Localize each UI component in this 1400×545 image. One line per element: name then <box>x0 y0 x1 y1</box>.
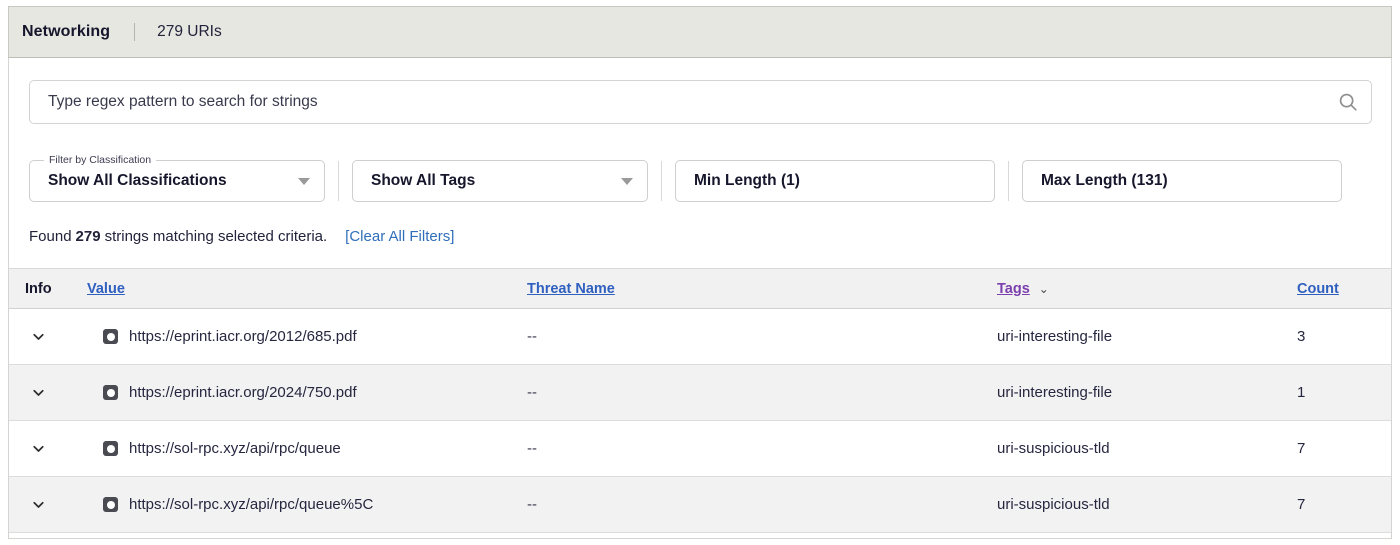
column-header-value-label[interactable]: Value <box>87 281 125 297</box>
table-row[interactable]: https://sol-rpc.xyz/api/rpc/queue%5C -- … <box>9 477 1391 533</box>
row-threat-cell: -- <box>527 496 997 513</box>
row-tags-cell: uri-interesting-file <box>997 384 1297 401</box>
filter-divider-2 <box>661 161 662 201</box>
max-length-value: Max Length (131) <box>1041 172 1168 189</box>
max-length-field[interactable]: Max Length (131) <box>1022 160 1342 202</box>
row-tags-text: uri-interesting-file <box>997 384 1113 401</box>
row-tags-cell: uri-interesting-file <box>997 328 1297 345</box>
chevron-down-icon[interactable] <box>25 492 51 518</box>
row-count-cell: 7 <box>1297 496 1391 513</box>
row-info-cell <box>9 324 87 350</box>
search-bar[interactable] <box>29 80 1372 124</box>
summary-suffix: strings matching selected criteria. <box>104 228 328 245</box>
row-tags-text: uri-suspicious-tld <box>997 496 1110 513</box>
chevron-down-icon[interactable] <box>298 177 310 185</box>
row-count-cell: 1 <box>1297 384 1391 401</box>
strings-panel: Networking 279 URIs Filter by Classifica… <box>0 0 1400 545</box>
summary-count: 279 <box>75 228 101 245</box>
row-tags-cell: uri-suspicious-tld <box>997 440 1297 457</box>
row-count-cell: 7 <box>1297 440 1391 457</box>
row-value-cell: https://eprint.iacr.org/2024/750.pdf <box>87 384 527 401</box>
column-header-tags[interactable]: Tags ⌄ <box>997 281 1297 297</box>
row-value-text: https://sol-rpc.xyz/api/rpc/queue%5C <box>129 496 374 513</box>
column-header-threat-name-label[interactable]: Threat Name <box>527 281 615 297</box>
table-row[interactable]: https://eprint.iacr.org/2012/685.pdf -- … <box>9 309 1391 365</box>
search-input[interactable] <box>30 81 1325 123</box>
row-info-cell <box>9 380 87 406</box>
column-header-info: Info <box>9 281 87 297</box>
strings-table: Info Value Threat Name Tags ⌄ Count http… <box>9 268 1391 533</box>
classification-dot-icon <box>103 385 118 400</box>
row-threat-cell: -- <box>527 384 997 401</box>
panel-header: Networking 279 URIs <box>8 6 1392 58</box>
filter-divider-1 <box>338 161 339 201</box>
panel-body: Filter by Classification Show All Classi… <box>8 58 1392 539</box>
column-header-count-label[interactable]: Count <box>1297 281 1339 297</box>
row-tags-text: uri-interesting-file <box>997 328 1113 345</box>
classification-filter-value: Show All Classifications <box>48 172 227 189</box>
chevron-down-icon[interactable] <box>25 436 51 462</box>
classification-filter-select[interactable]: Filter by Classification Show All Classi… <box>29 154 325 202</box>
column-header-info-label: Info <box>25 280 52 297</box>
classification-dot-icon <box>103 441 118 456</box>
header-divider <box>134 23 136 41</box>
row-count-text: 3 <box>1297 328 1306 345</box>
row-threat-text: -- <box>527 496 537 513</box>
clear-all-filters-link[interactable]: [Clear All Filters] <box>345 228 454 245</box>
row-threat-cell: -- <box>527 440 997 457</box>
filter-row: Filter by Classification Show All Classi… <box>29 154 1372 204</box>
column-header-tags-label[interactable]: Tags <box>997 281 1030 297</box>
page-title: Networking <box>22 23 111 40</box>
sort-chevron-down-icon[interactable]: ⌄ <box>1039 283 1049 295</box>
results-summary: Found 279 strings matching selected crit… <box>29 228 454 245</box>
tags-filter-value: Show All Tags <box>371 172 476 189</box>
row-threat-text: -- <box>527 440 537 457</box>
classification-filter-label: Filter by Classification <box>44 154 157 166</box>
column-header-threat-name[interactable]: Threat Name <box>527 281 997 297</box>
search-icon[interactable] <box>1325 81 1371 123</box>
filter-divider-3 <box>1008 161 1009 201</box>
row-threat-text: -- <box>527 384 537 401</box>
column-header-count[interactable]: Count <box>1297 281 1391 297</box>
min-length-field[interactable]: Min Length (1) <box>675 160 995 202</box>
row-value-text: https://eprint.iacr.org/2012/685.pdf <box>129 328 357 345</box>
classification-dot-icon <box>103 329 118 344</box>
classification-dot-icon <box>103 497 118 512</box>
table-row[interactable]: https://eprint.iacr.org/2024/750.pdf -- … <box>9 365 1391 421</box>
row-tags-text: uri-suspicious-tld <box>997 440 1110 457</box>
row-value-cell: https://sol-rpc.xyz/api/rpc/queue%5C <box>87 496 527 513</box>
row-info-cell <box>9 492 87 518</box>
row-count-text: 7 <box>1297 440 1306 457</box>
row-count-text: 7 <box>1297 496 1306 513</box>
min-length-value: Min Length (1) <box>694 172 800 189</box>
table-header-row: Info Value Threat Name Tags ⌄ Count <box>9 269 1391 309</box>
chevron-down-icon[interactable] <box>25 380 51 406</box>
column-header-value[interactable]: Value <box>87 281 527 297</box>
row-count-text: 1 <box>1297 384 1306 401</box>
row-value-text: https://sol-rpc.xyz/api/rpc/queue <box>129 440 341 457</box>
tags-filter-select[interactable]: Show All Tags <box>352 160 648 202</box>
uri-count-label: 279 URIs <box>157 23 222 40</box>
row-info-cell <box>9 436 87 462</box>
row-tags-cell: uri-suspicious-tld <box>997 496 1297 513</box>
chevron-down-icon[interactable] <box>25 324 51 350</box>
row-value-text: https://eprint.iacr.org/2024/750.pdf <box>129 384 357 401</box>
summary-prefix: Found <box>29 228 72 245</box>
row-threat-cell: -- <box>527 328 997 345</box>
table-row[interactable]: https://sol-rpc.xyz/api/rpc/queue -- uri… <box>9 421 1391 477</box>
row-value-cell: https://sol-rpc.xyz/api/rpc/queue <box>87 440 527 457</box>
row-value-cell: https://eprint.iacr.org/2012/685.pdf <box>87 328 527 345</box>
row-count-cell: 3 <box>1297 328 1391 345</box>
chevron-down-icon[interactable] <box>621 177 633 185</box>
row-threat-text: -- <box>527 328 537 345</box>
